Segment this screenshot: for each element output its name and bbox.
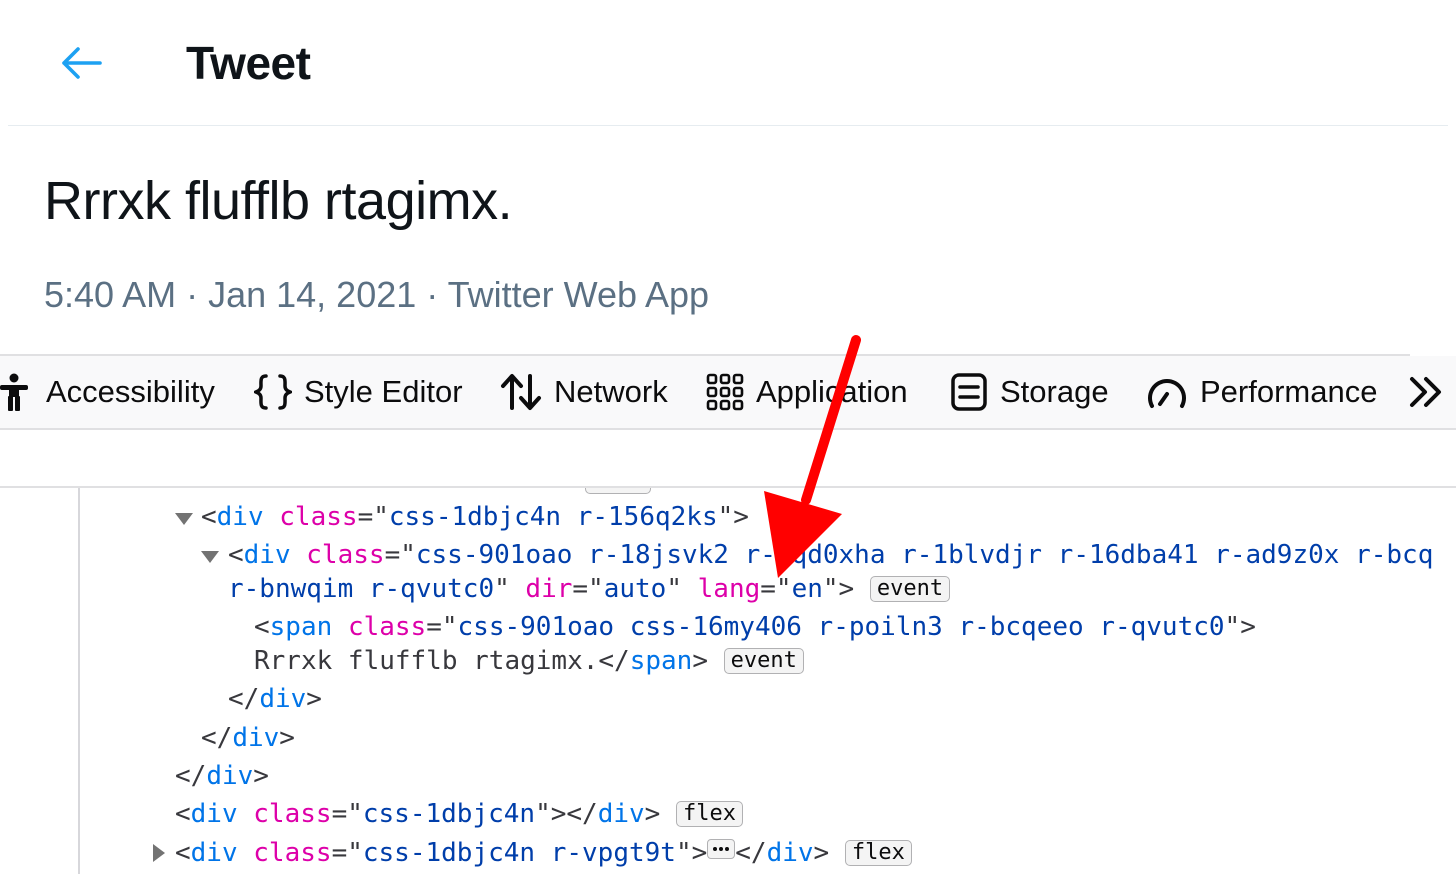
devtools-toolbar <box>0 430 1456 488</box>
tab-style-editor[interactable]: Style Editor <box>254 356 463 428</box>
attr-name: dir <box>525 574 573 604</box>
tab-label: Accessibility <box>46 374 215 409</box>
tweet-source-link[interactable]: Twitter Web App <box>448 274 709 315</box>
accessibility-icon <box>0 373 28 411</box>
collapsed-twisty-icon[interactable] <box>152 843 166 863</box>
tag-name: span <box>269 612 333 642</box>
attr-value: css-1dbjc4n r-vpgt9t <box>362 838 676 868</box>
back-button[interactable] <box>58 40 104 86</box>
tree-node-line[interactable]: <div class="css-1dbjc4n"></div> flex <box>175 797 743 831</box>
attr-value: css-1dbjc4n <box>362 799 536 829</box>
tag-name: span <box>629 646 693 676</box>
more-tools-button[interactable] <box>1406 356 1446 428</box>
tag-name: div <box>766 838 814 868</box>
tab-label: Style Editor <box>304 374 463 409</box>
tab-label: Performance <box>1200 374 1378 409</box>
tree-node-line[interactable]: <div class="css-1dbjc4n r-156q2ks"> <box>201 500 749 534</box>
expanded-twisty-icon[interactable] <box>174 512 194 526</box>
tab-label: Storage <box>1000 374 1109 409</box>
tag-name: div <box>216 502 264 532</box>
attr-value: en <box>791 574 823 604</box>
meta-separator: · <box>176 274 209 315</box>
devtools-tab-bar: Accessibility Style Editor Network Appli… <box>0 356 1456 430</box>
tag-name: div <box>597 799 645 829</box>
event-badge[interactable]: event <box>723 648 804 674</box>
tab-accessibility[interactable]: Accessibility <box>0 356 215 428</box>
tree-node-line-cont[interactable]: r-bnwqim r-qvutc0" dir="auto" lang="en">… <box>228 572 951 606</box>
attr-name: class <box>253 838 332 868</box>
tab-storage[interactable]: Storage <box>950 356 1109 428</box>
attr-name: class <box>279 502 358 532</box>
tree-text-line[interactable]: Rrrxk flufflb rtagimx.</span> event <box>254 644 804 678</box>
attr-name: class <box>347 612 427 642</box>
header-divider <box>8 125 1448 126</box>
attr-value: css-901oao r-18jsvk2 r-1qd0xha r-1blvdjr… <box>415 540 1434 570</box>
dom-tree: <div class="css-1dbjc4n r-156q2ks"> <div… <box>0 488 1456 874</box>
flex-badge[interactable]: flex <box>675 801 743 827</box>
attr-name: lang <box>697 574 761 604</box>
flex-badge[interactable]: flex <box>844 840 912 866</box>
attr-name: class <box>306 540 385 570</box>
chevrons-right-icon <box>1410 377 1441 407</box>
meta-separator: · <box>416 274 448 315</box>
tag-name: div <box>259 684 307 714</box>
attr-value: auto <box>603 574 667 604</box>
event-badge[interactable]: event <box>869 576 951 602</box>
attr-value: r-bnwqim r-qvutc0 <box>228 574 495 604</box>
text-node: Rrrxk flufflb rtagimx. <box>254 646 599 676</box>
gauge-icon <box>1148 379 1186 408</box>
tab-label: Network <box>554 374 668 409</box>
tag-name: div <box>190 838 238 868</box>
tag-name: div <box>232 723 280 753</box>
network-arrows-icon <box>501 374 541 410</box>
attr-name: class <box>253 799 332 829</box>
grid-icon <box>706 373 744 411</box>
attr-value: css-901oao css-16my406 r-poiln3 r-bcqeeo… <box>457 612 1225 642</box>
tree-close-line[interactable]: </div> <box>228 682 322 716</box>
tab-performance[interactable]: Performance <box>1146 356 1377 428</box>
tree-indent-guide <box>78 488 80 874</box>
tweet-meta: 5:40 AM · Jan 14, 2021 · Twitter Web App <box>44 274 709 316</box>
tree-node-line[interactable]: <span class="css-901oao css-16my406 r-po… <box>254 610 1256 644</box>
tree-close-line[interactable]: </div> <box>175 759 269 793</box>
back-arrow-icon <box>62 47 102 79</box>
tweet-text: Rrrxk flufflb rtagimx. <box>44 171 513 231</box>
tree-node-line[interactable]: <div class="css-901oao r-18jsvk2 r-1qd0x… <box>228 538 1433 572</box>
tag-name: div <box>243 540 291 570</box>
attr-value: css-1dbjc4n r-156q2ks <box>388 502 718 532</box>
braces-icon <box>254 374 292 410</box>
ellipsis-badge-icon[interactable] <box>707 839 736 859</box>
tree-close-line[interactable]: </div> <box>201 721 295 755</box>
page-title: Tweet <box>186 37 311 89</box>
tweet-time: 5:40 AM <box>44 274 177 315</box>
tab-network[interactable]: Network <box>500 356 668 428</box>
tweet-time-link[interactable]: 5:40 AM · Jan 14, 2021 <box>44 274 416 315</box>
expanded-twisty-icon[interactable] <box>200 550 220 564</box>
node-badge[interactable] <box>585 488 651 494</box>
tab-label: Application <box>756 374 908 409</box>
storage-icon <box>951 373 987 411</box>
tag-name: div <box>206 761 254 791</box>
tab-application[interactable]: Application <box>706 356 908 428</box>
tweet-date: Jan 14, 2021 <box>208 274 417 315</box>
tree-node-line[interactable]: <div class="css-1dbjc4n r-vpgt9t"> </div>… <box>175 836 912 870</box>
tag-name: div <box>190 799 238 829</box>
